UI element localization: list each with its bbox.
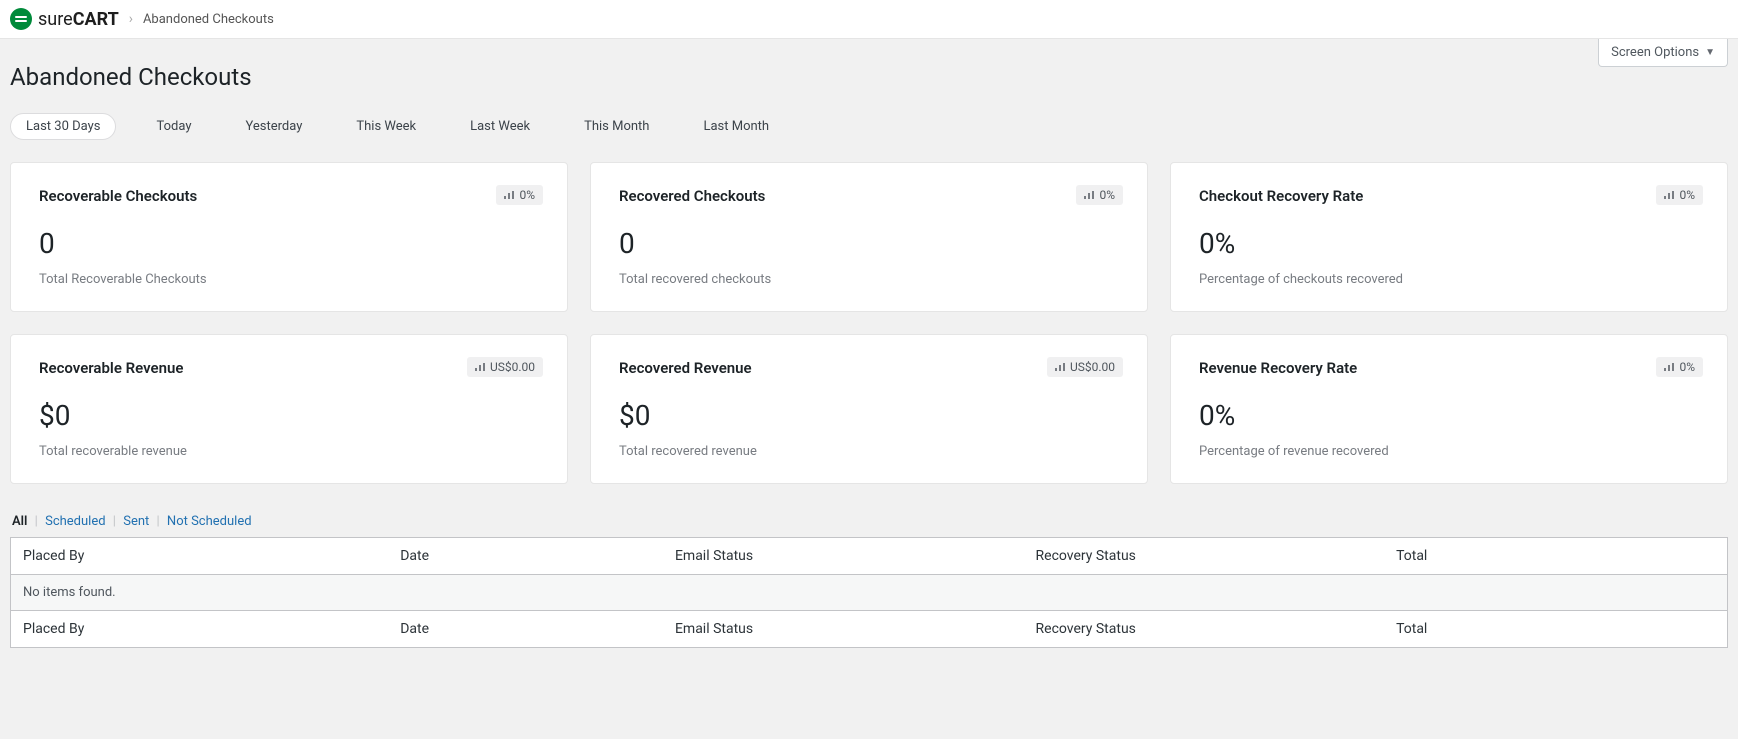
bars-icon (1664, 363, 1674, 371)
date-range-tabs: Last 30 Days Today Yesterday This Week L… (10, 107, 1728, 162)
page-body: Screen Options ▼ Abandoned Checkouts Las… (0, 39, 1738, 739)
card-value: $0 (39, 399, 539, 432)
card-subtitle: Total recovered checkouts (619, 272, 1119, 287)
col-date[interactable]: Date (388, 538, 663, 575)
stat-badge: 0% (496, 185, 543, 205)
col-placed-by[interactable]: Placed By (11, 611, 389, 648)
stat-badge: 0% (1076, 185, 1123, 205)
col-recovery-status[interactable]: Recovery Status (1024, 611, 1385, 648)
page-title: Abandoned Checkouts (10, 39, 1728, 107)
card-title: Recoverable Checkouts (39, 187, 539, 205)
stats-cards: Recoverable Checkouts 0% 0 Total Recover… (10, 162, 1728, 484)
col-total[interactable]: Total (1384, 538, 1727, 575)
col-total[interactable]: Total (1384, 611, 1727, 648)
bars-icon (1055, 363, 1065, 371)
filter-scheduled[interactable]: Scheduled (45, 514, 105, 529)
brand-text: sureCART (38, 9, 119, 30)
card-value: 0% (1199, 399, 1699, 432)
card-title: Checkout Recovery Rate (1199, 187, 1699, 205)
card-revenue-recovery-rate: Revenue Recovery Rate 0% 0% Percentage o… (1170, 334, 1728, 484)
filter-not-scheduled[interactable]: Not Scheduled (167, 514, 252, 529)
bars-icon (475, 363, 485, 371)
bars-icon (504, 191, 514, 199)
card-recoverable-checkouts: Recoverable Checkouts 0% 0 Total Recover… (10, 162, 568, 312)
screen-options-button[interactable]: Screen Options ▼ (1598, 39, 1728, 67)
table-empty-row: No items found. (11, 575, 1728, 611)
brand-logo[interactable]: sureCART (10, 8, 119, 30)
card-title: Recovered Checkouts (619, 187, 1119, 205)
card-title: Recoverable Revenue (39, 359, 539, 377)
filter-sent[interactable]: Sent (123, 514, 149, 529)
card-value: 0 (619, 227, 1119, 260)
triangle-down-icon: ▼ (1705, 47, 1715, 58)
card-title: Revenue Recovery Rate (1199, 359, 1699, 377)
card-value: $0 (619, 399, 1119, 432)
card-value: 0% (1199, 227, 1699, 260)
card-recovered-revenue: Recovered Revenue US$0.00 $0 Total recov… (590, 334, 1148, 484)
filter-all[interactable]: All (12, 514, 27, 529)
card-checkout-recovery-rate: Checkout Recovery Rate 0% 0% Percentage … (1170, 162, 1728, 312)
stat-badge: US$0.00 (467, 357, 543, 377)
col-email-status[interactable]: Email Status (663, 538, 1024, 575)
range-tab-this-month[interactable]: This Month (570, 113, 663, 140)
checkouts-table: Placed By Date Email Status Recovery Sta… (10, 537, 1728, 648)
card-subtitle: Total recoverable revenue (39, 444, 539, 459)
card-subtitle: Total recovered revenue (619, 444, 1119, 459)
table-footer-row: Placed By Date Email Status Recovery Sta… (11, 611, 1728, 648)
col-placed-by[interactable]: Placed By (11, 538, 389, 575)
col-email-status[interactable]: Email Status (663, 611, 1024, 648)
card-title: Recovered Revenue (619, 359, 1119, 377)
range-tab-yesterday[interactable]: Yesterday (231, 113, 316, 140)
card-subtitle: Percentage of revenue recovered (1199, 444, 1699, 459)
range-tab-this-week[interactable]: This Week (342, 113, 430, 140)
table-header-row: Placed By Date Email Status Recovery Sta… (11, 538, 1728, 575)
stat-badge: US$0.00 (1047, 357, 1123, 377)
stat-badge: 0% (1656, 357, 1703, 377)
range-tab-last-30-days[interactable]: Last 30 Days (10, 113, 116, 140)
stat-badge: 0% (1656, 185, 1703, 205)
range-tab-last-month[interactable]: Last Month (689, 113, 783, 140)
screen-options-label: Screen Options (1611, 45, 1699, 60)
brand-mark-icon (10, 8, 32, 30)
range-tab-last-week[interactable]: Last Week (456, 113, 544, 140)
card-value: 0 (39, 227, 539, 260)
card-recoverable-revenue: Recoverable Revenue US$0.00 $0 Total rec… (10, 334, 568, 484)
chevron-right-icon: › (129, 11, 133, 27)
range-tab-today[interactable]: Today (142, 113, 205, 140)
top-bar: sureCART › Abandoned Checkouts (0, 0, 1738, 39)
card-subtitle: Total Recoverable Checkouts (39, 272, 539, 287)
bars-icon (1084, 191, 1094, 199)
bars-icon (1664, 191, 1674, 199)
list-filter-links: All | Scheduled | Sent | Not Scheduled (10, 514, 1728, 537)
col-date[interactable]: Date (388, 611, 663, 648)
breadcrumb[interactable]: Abandoned Checkouts (143, 12, 274, 27)
card-recovered-checkouts: Recovered Checkouts 0% 0 Total recovered… (590, 162, 1148, 312)
col-recovery-status[interactable]: Recovery Status (1024, 538, 1385, 575)
empty-message: No items found. (11, 575, 1728, 611)
card-subtitle: Percentage of checkouts recovered (1199, 272, 1699, 287)
